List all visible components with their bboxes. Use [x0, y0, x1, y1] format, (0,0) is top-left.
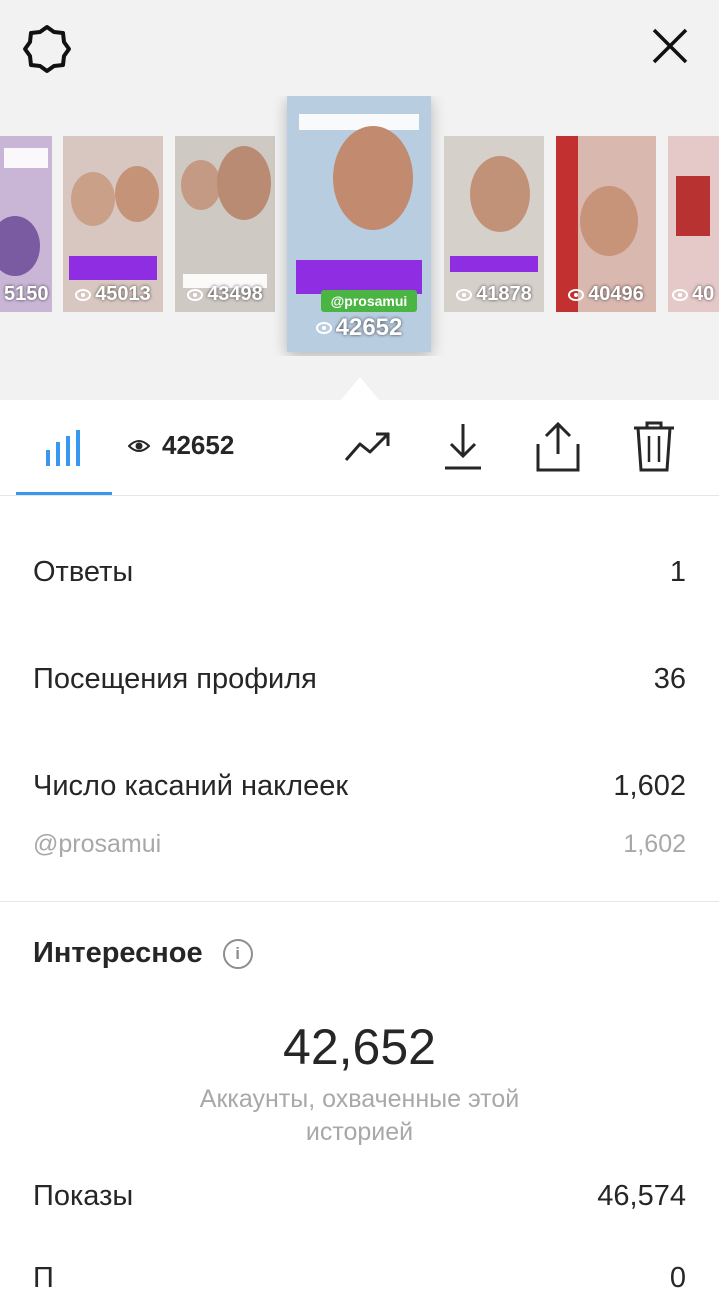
stat-row-impressions: Показы 46,574: [33, 1180, 686, 1213]
discovery-section-header: Интересное i: [33, 937, 253, 970]
stat-label: Посещения профиля: [33, 663, 317, 695]
stat-label: Число касаний наклеек: [33, 770, 349, 802]
stat-row-replies: Ответы 1: [33, 556, 686, 589]
story-thumbnail[interactable]: 5150: [0, 136, 52, 312]
section-divider: [0, 901, 719, 902]
story-carousel-area: 5150 45013 43498 @prosamui 42652 41878 4…: [0, 0, 719, 401]
story-thumbnail-strip[interactable]: 5150 45013 43498 @prosamui 42652 41878 4…: [0, 96, 719, 356]
stat-row-partial: П 0: [33, 1262, 686, 1295]
stat-row-sticker-handle: @prosamui 1,602: [33, 830, 686, 859]
delete-button[interactable]: [632, 420, 676, 477]
section-title: Интересное: [33, 937, 203, 969]
story-thumbnail[interactable]: 40: [668, 136, 719, 312]
stat-value: 1: [669, 556, 686, 588]
stat-row-profile-visits: Посещения профиля 36: [33, 663, 686, 696]
reach-label: Аккаунты, охваченные этой историей: [199, 1085, 520, 1146]
close-icon: [652, 28, 688, 64]
stat-label: П: [33, 1262, 54, 1294]
views-value: 42652: [162, 430, 235, 460]
share-button[interactable]: [536, 420, 580, 477]
stat-row-sticker-taps: Число касаний наклеек 1,602: [33, 770, 686, 803]
story-thumbnail[interactable]: 41878: [444, 136, 544, 312]
stat-value: 36: [653, 663, 686, 695]
settings-button[interactable]: [22, 24, 72, 74]
stat-value: 0: [669, 1262, 686, 1294]
stat-value: 46,574: [597, 1180, 686, 1212]
info-icon[interactable]: i: [222, 938, 253, 969]
close-button[interactable]: [650, 26, 690, 66]
stat-value: 1,602: [613, 770, 686, 802]
trash-icon: [634, 421, 674, 472]
stat-label: @prosamui: [33, 830, 162, 858]
promote-button[interactable]: [344, 430, 392, 467]
stat-label: Показы: [33, 1180, 134, 1212]
insights-tab[interactable]: [44, 430, 82, 471]
trending-icon: [344, 432, 390, 461]
story-thumbnail-selected[interactable]: @prosamui 42652: [287, 96, 431, 352]
story-thumbnail[interactable]: 40496: [556, 136, 656, 312]
story-mention-tag: @prosamui: [321, 290, 417, 312]
gear-icon: [23, 25, 71, 73]
share-icon: [536, 421, 580, 472]
stat-label: Ответы: [33, 556, 134, 588]
story-thumbnail[interactable]: 43498: [175, 136, 275, 312]
bar-chart-icon: [46, 430, 80, 466]
stat-value: 1,602: [623, 830, 686, 858]
story-thumbnail[interactable]: 45013: [63, 136, 163, 312]
insights-toolbar: 42652: [0, 400, 719, 496]
selected-story-caret: [340, 377, 380, 401]
reach-value: 42,652: [283, 1019, 436, 1075]
views-count: 42652: [128, 430, 234, 461]
eye-icon: [128, 439, 150, 452]
download-icon: [445, 424, 481, 470]
download-button[interactable]: [443, 422, 483, 475]
